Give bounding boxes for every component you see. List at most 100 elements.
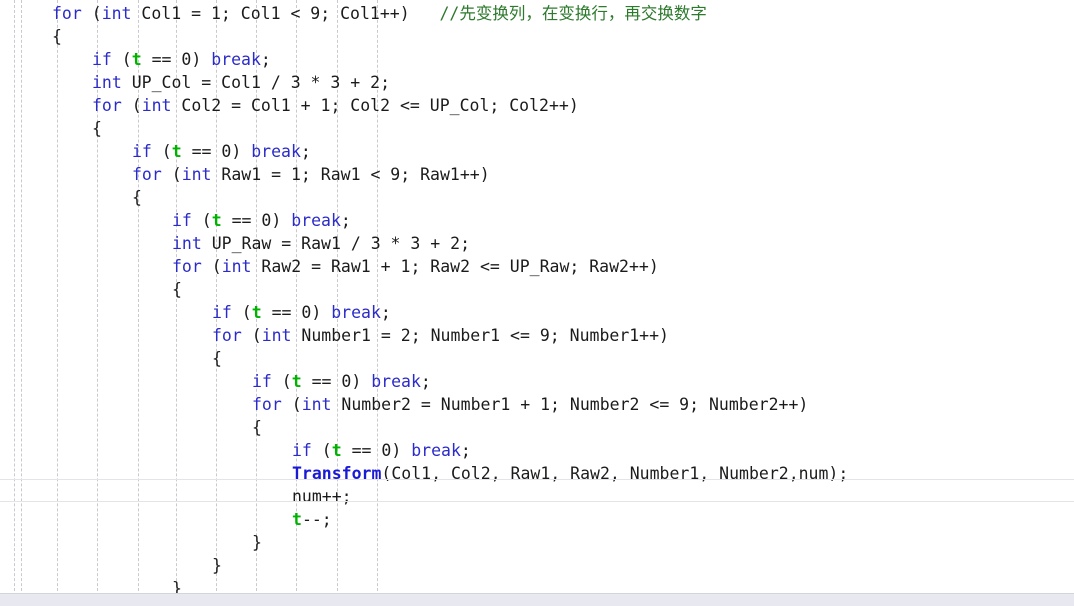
code-line[interactable]: if (t == 0) break;: [0, 48, 1074, 71]
code-token-kw: break: [331, 303, 381, 322]
code-token-kw: break: [371, 372, 421, 391]
code-token-kw: for: [92, 96, 122, 115]
code-token-pl: (: [281, 395, 302, 414]
code-token-pl: Col2 = Col1 + 1; Col2 <= UP_Col; Col2++): [171, 96, 579, 115]
code-token-pl: == 0): [341, 441, 412, 460]
code-line[interactable]: if (t == 0) break;: [0, 209, 1074, 232]
code-line[interactable]: if (t == 0) break;: [0, 301, 1074, 324]
code-token-var: t: [131, 50, 142, 69]
code-token-kw: break: [291, 211, 341, 230]
code-token-pl: ;: [380, 303, 391, 322]
code-token-kw: if: [132, 142, 152, 161]
code-line[interactable]: {: [0, 278, 1074, 301]
code-editor-viewport[interactable]: for (int Col1 = 1; Col1 < 9; Col1++) //先…: [0, 0, 1074, 606]
code-token-br: {: [92, 119, 102, 138]
code-line[interactable]: {: [0, 416, 1074, 439]
current-line-highlight: [0, 479, 1074, 502]
code-token-pl: Number1 = 2; Number1 <= 9; Number1++): [291, 326, 669, 345]
code-token-pl: ;: [340, 211, 351, 230]
code-token-kw: break: [211, 50, 261, 69]
code-token-pl: (: [161, 165, 182, 184]
code-line[interactable]: if (t == 0) break;: [0, 370, 1074, 393]
code-token-cmt: //先变换列，在变换行，再交换数字: [439, 4, 707, 23]
code-text-layer[interactable]: for (int Col1 = 1; Col1 < 9; Col1++) //先…: [0, 2, 1074, 606]
code-token-kw: break: [251, 142, 301, 161]
code-token-pl: == 0): [181, 142, 252, 161]
code-token-kw: int: [301, 395, 332, 414]
code-token-br: }: [212, 556, 222, 575]
code-line[interactable]: for (int Col2 = Col1 + 1; Col2 <= UP_Col…: [0, 94, 1074, 117]
code-token-kw: for: [212, 326, 242, 345]
code-token-pl: ;: [460, 441, 471, 460]
code-token-kw: int: [92, 73, 122, 92]
code-token-pl: UP_Col = Col1 / 3 * 3 + 2;: [121, 73, 391, 92]
horizontal-scrollbar[interactable]: [0, 593, 1074, 606]
code-token-pl: (: [201, 257, 222, 276]
code-token-br: {: [212, 349, 222, 368]
code-token-pl: (: [311, 441, 332, 460]
code-token-kw: int: [261, 326, 292, 345]
code-line[interactable]: }: [0, 554, 1074, 577]
code-token-kw: int: [172, 234, 202, 253]
code-line[interactable]: {: [0, 117, 1074, 140]
code-token-kw: if: [212, 303, 232, 322]
code-line[interactable]: t--;: [0, 508, 1074, 531]
code-token-br: {: [132, 188, 142, 207]
code-token-kw: if: [92, 50, 112, 69]
code-token-pl: (: [241, 326, 262, 345]
code-token-var: t: [211, 211, 222, 230]
code-token-pl: (: [151, 142, 172, 161]
code-token-pl: (: [111, 50, 132, 69]
code-line[interactable]: for (int Raw1 = 1; Raw1 < 9; Raw1++): [0, 163, 1074, 186]
code-token-pl: --;: [301, 510, 332, 529]
code-token-br: }: [252, 533, 262, 552]
code-token-pl: ;: [420, 372, 431, 391]
code-token-kw: if: [252, 372, 272, 391]
code-line[interactable]: for (int Number2 = Number1 + 1; Number2 …: [0, 393, 1074, 416]
code-line[interactable]: {: [0, 347, 1074, 370]
code-line[interactable]: int UP_Col = Col1 / 3 * 3 + 2;: [0, 71, 1074, 94]
code-line[interactable]: int UP_Raw = Raw1 / 3 * 3 + 2;: [0, 232, 1074, 255]
code-line[interactable]: for (int Col1 = 1; Col1 < 9; Col1++) //先…: [0, 2, 1074, 25]
code-token-pl: == 0): [261, 303, 332, 322]
code-line[interactable]: {: [0, 25, 1074, 48]
code-line[interactable]: if (t == 0) break;: [0, 439, 1074, 462]
code-token-pl: Raw1 = 1; Raw1 < 9; Raw1++): [211, 165, 490, 184]
code-token-kw: for: [132, 165, 162, 184]
code-token-kw: if: [292, 441, 312, 460]
code-token-pl: (: [271, 372, 292, 391]
code-token-br: {: [252, 418, 262, 437]
code-token-pl: UP_Raw = Raw1 / 3 * 3 + 2;: [201, 234, 471, 253]
code-token-pl: ;: [300, 142, 311, 161]
code-token-pl: == 0): [301, 372, 372, 391]
code-token-var: t: [331, 441, 342, 460]
code-token-pl: (: [191, 211, 212, 230]
code-token-var: t: [291, 372, 302, 391]
code-token-pl: Number2 = Number1 + 1; Number2 <= 9; Num…: [331, 395, 809, 414]
code-token-kw: int: [221, 257, 252, 276]
code-token-pl: == 0): [221, 211, 292, 230]
code-line[interactable]: {: [0, 186, 1074, 209]
code-token-br: {: [52, 27, 62, 46]
code-token-var: t: [171, 142, 182, 161]
code-token-var: t: [292, 510, 302, 529]
code-token-var: t: [251, 303, 262, 322]
code-token-kw: for: [252, 395, 282, 414]
code-line[interactable]: }: [0, 531, 1074, 554]
code-line[interactable]: if (t == 0) break;: [0, 140, 1074, 163]
code-line[interactable]: for (int Raw2 = Raw1 + 1; Raw2 <= UP_Raw…: [0, 255, 1074, 278]
code-token-kw: int: [181, 165, 212, 184]
code-token-pl: ;: [260, 50, 271, 69]
code-token-pl: (: [231, 303, 252, 322]
code-token-pl: == 0): [141, 50, 212, 69]
code-token-br: {: [172, 280, 182, 299]
code-line[interactable]: for (int Number1 = 2; Number1 <= 9; Numb…: [0, 324, 1074, 347]
code-token-kw: break: [411, 441, 461, 460]
code-token-pl: Col1 = 1; Col1 < 9; Col1++): [131, 4, 410, 23]
code-token-pl: (: [121, 96, 142, 115]
code-token-kw: int: [141, 96, 172, 115]
code-token-kw: int: [101, 4, 132, 23]
code-token-kw: for: [52, 4, 82, 23]
code-token-kw: if: [172, 211, 192, 230]
